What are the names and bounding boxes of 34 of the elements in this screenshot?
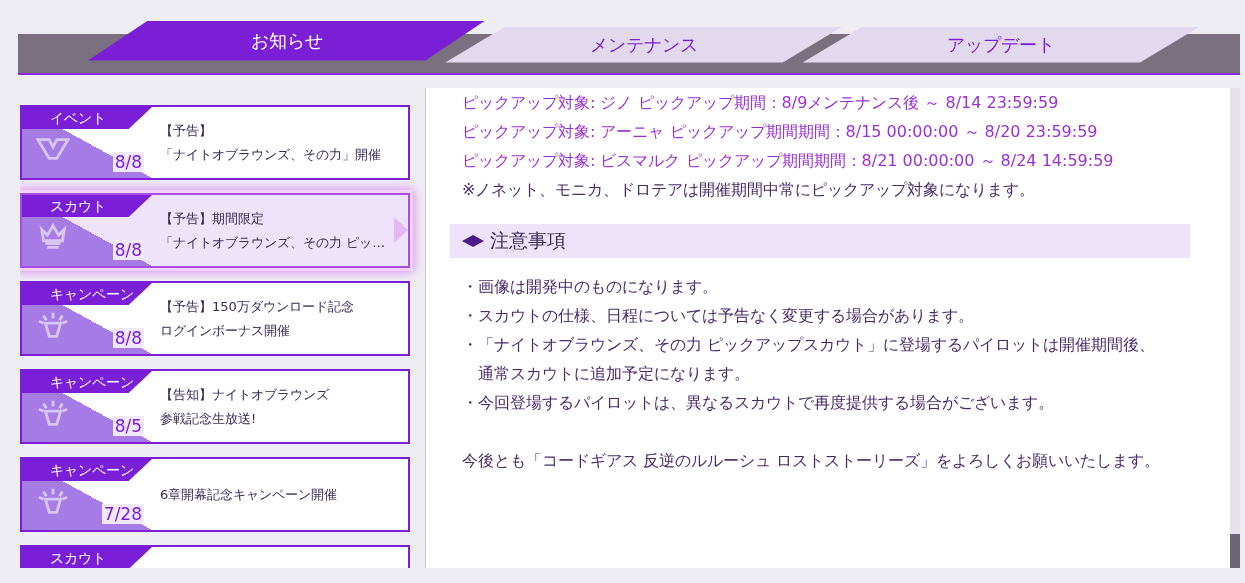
note-text: ※ノネット、モニカ、ドロテアは開催期間中常にピックアップ対象になります。 — [462, 179, 1037, 201]
pickup-line: ピックアップ対象: アーニャ ピックアップ期間期間：8/15 00:00:00 ～ 8/20 23:59:59 — [462, 121, 1099, 143]
section-heading: 注意事項 — [490, 228, 566, 253]
category-tag: キャンペーン — [22, 459, 152, 481]
closing-text: 今後とも「コードギアス 反逆のルルーシュ ロストストーリーズ」をよろしくお願いいたします。 — [462, 450, 1162, 472]
bullet-text: ・今回登場するパイロットは、異なるスカウトで再度提供する場合がございます。 — [462, 392, 1055, 414]
category-tag: イベント — [22, 107, 152, 129]
notice-date: 8/8 — [112, 328, 144, 348]
notice-card[interactable]: イベント 8/8 【予告】 「ナイトオブラウンズ、その力」開催 — [20, 105, 410, 180]
bullet-text: ・画像は開発中のものになります。 — [462, 276, 719, 298]
notice-title: 【予告】150万ダウンロード記念 ログインボーナス開催 — [159, 297, 354, 340]
bullet-text: ・「ナイトオブラウンズ、その力 ピックアップスカウト」に登場するパイロットは開催期間後、 通常スカウトに追加予定になります。 — [462, 334, 1157, 385]
notice-date: 8/8 — [112, 240, 144, 260]
notice-title: 【予告】期間限定 「ナイトオブラウンズ、その力 ピッ… — [159, 209, 386, 252]
category-tag: キャンペーン — [22, 283, 152, 305]
notice-date: 8/5 — [112, 416, 144, 436]
notice-card[interactable]: キャンペーン 8/8 【予告】150万ダウンロード記念 ログインボーナス開催 — [20, 281, 410, 356]
notice-date: 7/28 — [101, 504, 144, 524]
bullet-text: ・スカウトの仕様、日程については予告なく変更する場合があります。 — [462, 305, 975, 327]
tab[interactable]: お知らせ — [88, 20, 486, 61]
category-tag: スカウト — [22, 547, 152, 568]
pickup-line: ピックアップ対象: ビスマルク ピックアップ期間期間：8/21 00:00:00 ～ 8/24 14:59:59 — [462, 150, 1115, 172]
notice-title: 【予告】 「ナイトオブラウンズ、その力」開催 — [159, 121, 381, 164]
notice-card[interactable]: キャンペーン 7/28 6章開幕記念キャンペーン開催 — [20, 457, 410, 532]
notice-card[interactable]: スカウト — [20, 545, 410, 568]
tab[interactable]: メンテナンス — [445, 26, 843, 63]
notice-title: 6章開幕記念キャンペーン開催 — [159, 485, 338, 504]
notice-card[interactable]: キャンペーン 8/5 【告知】ナイトオブラウンズ 参戦記念生放送! — [20, 369, 410, 444]
category-tag: キャンペーン — [22, 371, 152, 393]
notice-date: 8/8 — [112, 152, 144, 172]
category-tag: スカウト — [22, 195, 152, 217]
notice-title: 【告知】ナイトオブラウンズ 参戦記念生放送! — [159, 385, 329, 428]
pickup-line: ピックアップ対象: ジノ ピックアップ期間：8/9メンテナンス後 ～ 8/14 23:59:59 — [462, 92, 1060, 114]
notice-card[interactable]: スカウト 8/8 【予告】期間限定 「ナイトオブラウンズ、その力 ピッ… — [20, 193, 410, 268]
